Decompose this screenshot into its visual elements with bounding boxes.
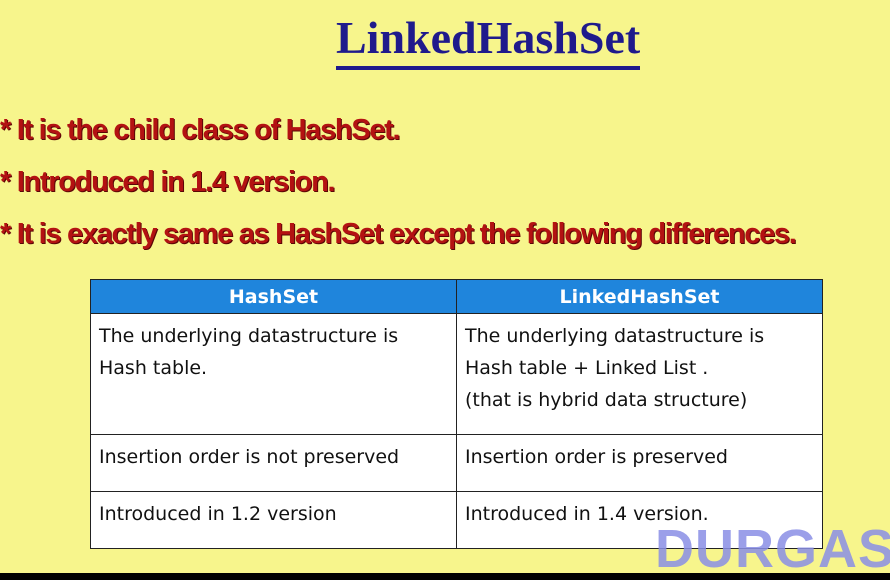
header-linkedhashset: LinkedHashSet [456,279,823,314]
cell-hashset-version: Introduced in 1.2 version [90,491,457,549]
bullet-introduced: * Introduced in 1.4 version. [0,166,336,198]
comparison-table: HashSet LinkedHashSet The underlying dat… [90,279,823,549]
watermark-text: DURGAS [655,519,890,579]
cell-line: Hash table. [99,357,208,379]
bottom-bar [0,573,890,580]
bullet-child-class: * It is the child class of HashSet. [0,114,401,146]
cell-line: Insertion order is not preserved [99,446,400,468]
cell-hashset-insertion: Insertion order is not preserved [90,434,457,492]
cell-line: Insertion order is preserved [465,446,728,468]
cell-line: Introduced in 1.2 version [99,503,337,525]
header-hashset: HashSet [90,279,457,314]
slide-title: LinkedHashSet [336,12,641,70]
cell-line: (that is hybrid data structure) [465,389,748,411]
cell-line: Hash table + Linked List . [465,357,709,379]
bullet-differences: * It is exactly same as HashSet except t… [0,218,797,250]
cell-line: The underlying datastructure is [465,325,765,347]
cell-line: The underlying datastructure is [99,325,399,347]
table-row: Insertion order is not preserved Inserti… [90,434,823,492]
cell-linked-datastructure: The underlying datastructure is Hash tab… [456,313,823,435]
table-row: The underlying datastructure is Hash tab… [90,313,823,435]
table-header-row: HashSet LinkedHashSet [90,279,823,314]
cell-linked-insertion: Insertion order is preserved [456,434,823,492]
cell-hashset-datastructure: The underlying datastructure is Hash tab… [90,313,457,435]
